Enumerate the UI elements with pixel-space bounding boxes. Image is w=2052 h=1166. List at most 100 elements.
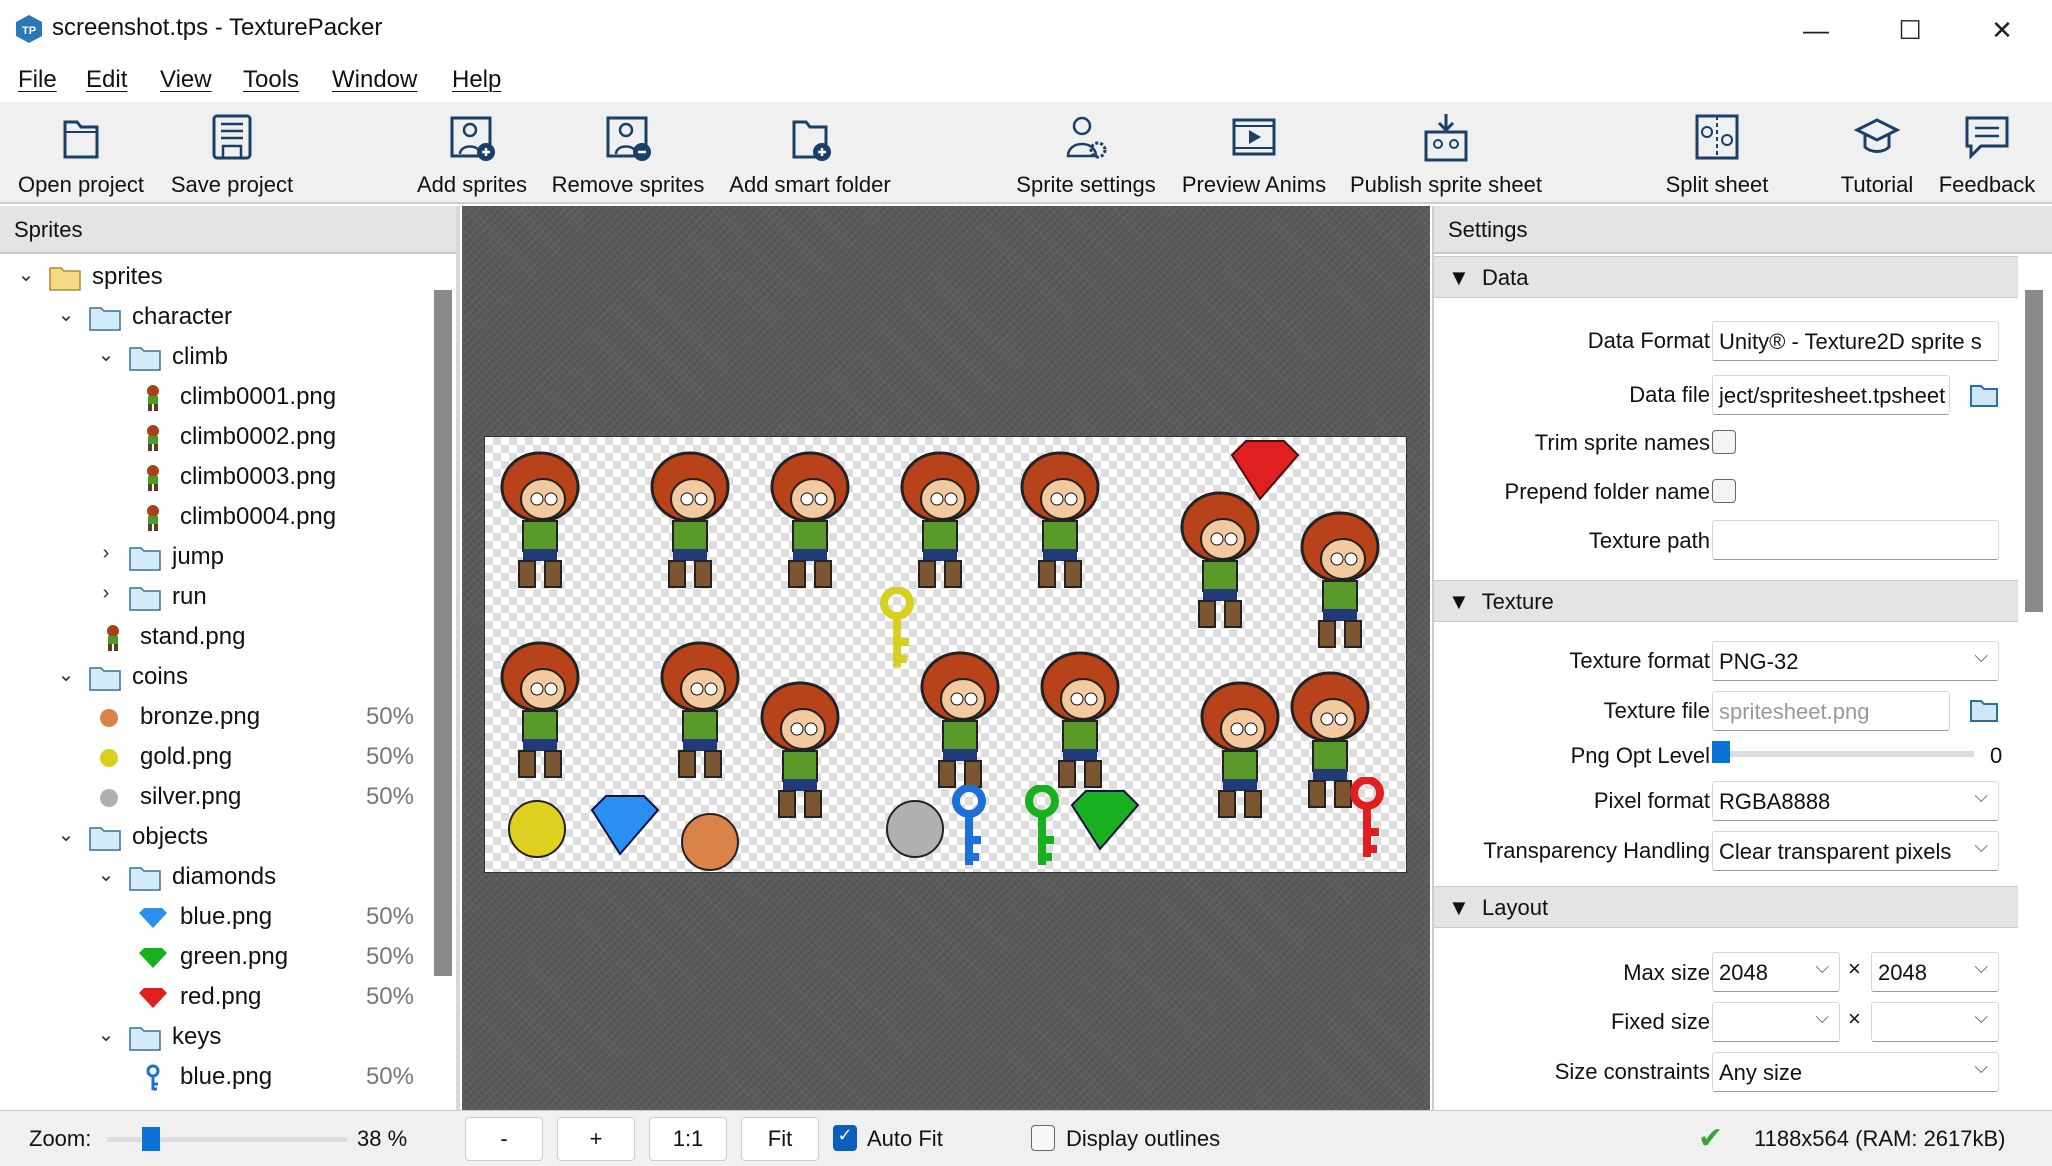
zoom-label: Zoom: [29,1126,92,1151]
tree-item[interactable]: silver.png 50% [0,778,428,818]
texture-file-input[interactable]: spritesheet.png [1712,691,1950,731]
sprite-settings-button[interactable]: Sprite settings [996,112,1176,198]
max-width-select[interactable]: 2048 [1712,952,1840,992]
folder-open-icon [63,120,99,159]
texture-path-input[interactable] [1712,520,1999,560]
display-outlines-checkbox[interactable] [1031,1125,1055,1151]
tree-item[interactable]: red.png 50% [0,978,428,1018]
folder-icon [89,307,121,331]
tree-item-label: stand.png [140,623,246,650]
settings-scrollbar[interactable] [2025,290,2043,612]
pixel-format-select[interactable]: RGBA8888 [1712,781,1999,821]
toolbar-label: Add smart folder [729,172,891,197]
chevron-down-icon[interactable]: ⌄ [54,302,78,327]
section-texture[interactable]: ▼ Texture [1434,580,2018,622]
chevron-down-icon[interactable]: ⌄ [14,262,38,287]
toolbar-label: Remove sprites [551,172,705,197]
preview-anims-button[interactable]: Preview Anims [1164,112,1344,198]
max-height-select[interactable]: 2048 [1871,952,1999,992]
tree-item[interactable]: ⌄ keys [0,1018,428,1058]
minimize-button[interactable]: — [1786,8,1846,52]
sprite-sheet-preview [484,436,1407,873]
tree-item[interactable]: climb0002.png [0,418,428,458]
tree-item[interactable]: climb0003.png [0,458,428,498]
key-sprite [1350,777,1384,857]
tree-item[interactable]: climb0001.png [0,378,428,418]
menu-file[interactable]: File [18,66,57,94]
preview-canvas[interactable] [462,206,1430,1110]
close-button[interactable]: ✕ [1972,8,2032,52]
maximize-button[interactable]: ☐ [1880,8,1940,52]
png-opt-level-slider[interactable] [1712,751,1974,757]
display-outlines-label[interactable]: Display outlines [1066,1126,1220,1152]
auto-fit-checkbox[interactable]: ✓ [833,1125,857,1151]
remove-sprites-button[interactable]: Remove sprites [538,112,718,198]
chevron-down-icon[interactable]: ⌄ [94,1022,118,1047]
texture-format-select[interactable]: PNG-32 [1712,641,1999,681]
max-size-label: Max size [1623,960,1710,985]
data-file-input[interactable]: ject/spritesheet.tpsheet [1712,375,1950,415]
tree-item[interactable]: ⌄ objects [0,818,428,858]
browse-folder-icon[interactable] [1968,696,2000,724]
browse-folder-icon[interactable] [1968,381,2000,409]
menu-tools[interactable]: Tools [243,66,299,94]
publish-sprite-sheet-button[interactable]: Publish sprite sheet [1350,112,1542,198]
character-sprite [485,637,585,778]
prepend-folder-name-checkbox[interactable] [1712,479,1736,503]
menu-help[interactable]: Help [452,66,501,94]
tree-item[interactable]: ⌄ climb [0,338,428,378]
scale-percent: 50% [365,743,414,770]
tree-item[interactable]: blue.png 50% [0,898,428,938]
section-data[interactable]: ▼ Data [1434,256,2018,298]
tree-item[interactable]: climb0004.png [0,498,428,538]
character-sprite-icon [147,505,159,531]
tree-item[interactable]: green.png 50% [0,938,428,978]
data-format-select[interactable]: Unity® - Texture2D sprite s [1712,321,1999,361]
tree-item[interactable]: bronze.png 50% [0,698,428,738]
size-constraints-select[interactable]: Any size [1712,1052,1999,1092]
chevron-down-icon[interactable]: ⌄ [54,662,78,687]
tree-item[interactable]: ⌄ coins [0,658,428,698]
chevron-right-icon[interactable]: › [94,582,118,605]
add-sprites-button[interactable]: Add sprites [382,112,562,198]
section-layout[interactable]: ▼ Layout [1434,886,2018,928]
trim-sprite-names-checkbox[interactable] [1712,430,1736,454]
zoom-in-button[interactable]: + [557,1117,635,1161]
settings-panel-title: Settings [1434,206,2052,254]
chevron-down-icon[interactable]: ⌄ [94,342,118,367]
split-sheet-button[interactable]: Split sheet [1627,112,1807,198]
tree-item[interactable]: ⌄ character [0,298,428,338]
save-project-button[interactable]: Save project [142,112,322,198]
tree-item[interactable]: gold.png 50% [0,738,428,778]
tree-item[interactable]: stand.png [0,618,428,658]
tree-item[interactable]: › run [0,578,428,618]
section-texture-title: Texture [1481,589,1554,614]
tree-item[interactable]: › jump [0,538,428,578]
tree-item[interactable]: blue.png 50% [0,1058,428,1098]
fixed-width-select[interactable] [1712,1002,1840,1042]
menu-bar: File Edit View Tools Window Help [0,58,2052,102]
zoom-slider-thumb[interactable] [142,1127,160,1151]
sprites-scrollbar[interactable] [434,290,452,976]
folder-icon [129,347,161,371]
menu-view[interactable]: View [160,66,212,94]
tree-item[interactable]: ⌄ sprites [0,258,428,298]
character-sprite-icon [107,625,119,651]
feedback-button[interactable]: Feedback [1897,112,2052,198]
transparency-handling-select[interactable]: Clear transparent pixels [1712,831,1999,871]
zoom-out-button[interactable]: - [465,1117,543,1161]
menu-edit[interactable]: Edit [86,66,127,94]
auto-fit-label[interactable]: Auto Fit [867,1126,943,1152]
chevron-down-icon[interactable]: ⌄ [94,862,118,887]
tree-item[interactable]: ⌄ diamonds [0,858,428,898]
chevron-right-icon[interactable]: › [94,542,118,565]
add-smart-folder-button[interactable]: Add smart folder [720,112,900,198]
zoom-fit-button[interactable]: Fit [741,1117,819,1161]
tree-item-label: climb0001.png [180,383,337,410]
chevron-down-icon[interactable]: ⌄ [54,822,78,847]
fixed-height-select[interactable] [1871,1002,1999,1042]
menu-window[interactable]: Window [332,66,417,94]
png-opt-level-thumb[interactable] [1712,741,1730,763]
tree-item-label: silver.png [140,783,242,810]
zoom-1-1-button[interactable]: 1:1 [649,1117,727,1161]
